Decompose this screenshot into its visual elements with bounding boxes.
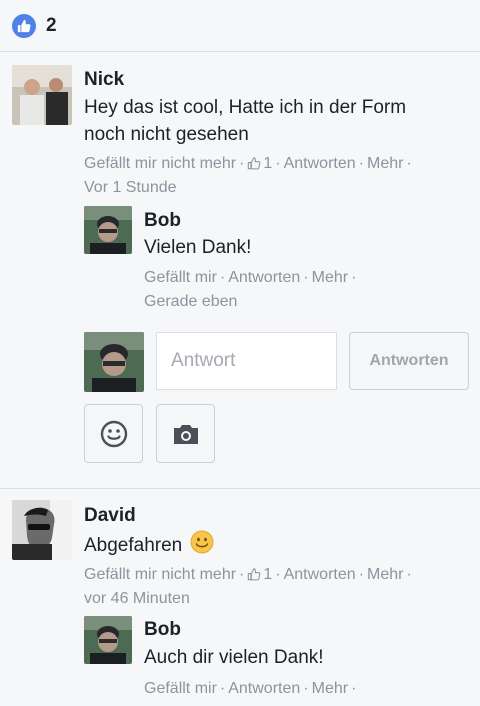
reply-timestamp[interactable]: Gerade eben <box>144 290 237 314</box>
smiley-icon <box>100 420 127 447</box>
reply-link[interactable]: Antworten <box>284 566 356 583</box>
comment-actions: Gefällt mir nicht mehr · 1 · Antworten · Mehr · <box>84 155 412 172</box>
comment-text-line: Hey das ist cool, Hatte ich in der Form <box>84 97 407 118</box>
likes-count: 2 <box>46 14 57 36</box>
divider <box>0 488 480 489</box>
reply-actions: Gefällt mir · Antworten · Mehr · <box>144 680 357 697</box>
comment-timestamp[interactable]: vor 46 Minuten <box>84 587 190 611</box>
like-link[interactable]: Gefällt mir <box>144 680 217 697</box>
reply-text: Auch dir vielen Dank! <box>144 647 324 668</box>
reply-link[interactable]: Antworten <box>228 680 300 697</box>
reaction-count[interactable]: 1 <box>247 566 272 583</box>
more-link[interactable]: Mehr <box>367 566 403 583</box>
unlike-link[interactable]: Gefällt mir nicht mehr <box>84 566 236 583</box>
avatar[interactable] <box>12 500 72 560</box>
smiley-emoji <box>190 530 214 562</box>
more-link[interactable]: Mehr <box>312 680 348 697</box>
reply-input[interactable] <box>156 332 337 390</box>
unlike-link[interactable]: Gefällt mir nicht mehr <box>84 155 236 172</box>
likes-summary[interactable]: 2 <box>0 0 480 52</box>
reaction-count[interactable]: 1 <box>247 155 272 172</box>
more-link[interactable]: Mehr <box>367 155 403 172</box>
avatar[interactable] <box>84 206 132 254</box>
reply-link[interactable]: Antworten <box>284 155 356 172</box>
thumbs-up-outline-icon <box>248 157 261 170</box>
reply-author[interactable]: Bob <box>144 210 181 232</box>
thumbs-up-outline-icon <box>248 568 261 581</box>
thumbs-up-icon <box>12 13 36 38</box>
avatar <box>84 332 144 392</box>
camera-icon <box>173 424 198 444</box>
like-link[interactable]: Gefällt mir <box>144 269 217 286</box>
comment-author[interactable]: David <box>84 505 136 527</box>
reply-actions: Gefällt mir · Antworten · Mehr · <box>144 269 357 286</box>
comment-text: Abgefahren <box>84 530 214 562</box>
emoji-button[interactable] <box>84 404 143 463</box>
photo-button[interactable] <box>156 404 215 463</box>
reply-link[interactable]: Antworten <box>228 269 300 286</box>
reply-text: Vielen Dank! <box>144 237 252 258</box>
reply-submit-button[interactable]: Antworten <box>349 332 469 390</box>
comment-author[interactable]: Nick <box>84 69 124 91</box>
comment-timestamp[interactable]: Vor 1 Stunde <box>84 176 177 200</box>
comment-text-line: noch nicht gesehen <box>84 124 249 145</box>
more-link[interactable]: Mehr <box>312 269 348 286</box>
avatar[interactable] <box>12 65 72 125</box>
reply-author[interactable]: Bob <box>144 619 181 641</box>
comment-actions: Gefällt mir nicht mehr · 1 · Antworten · Mehr · <box>84 566 412 583</box>
avatar[interactable] <box>84 616 132 664</box>
